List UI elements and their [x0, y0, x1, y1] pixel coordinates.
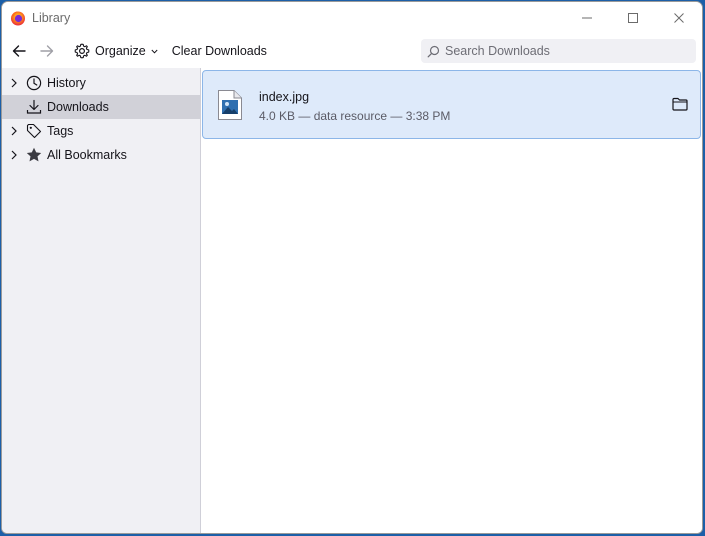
- back-button[interactable]: [5, 38, 33, 64]
- download-icon: [26, 99, 42, 115]
- organize-label: Organize: [95, 44, 146, 58]
- sidebar-item-label: Downloads: [47, 100, 109, 114]
- organize-button[interactable]: Organize: [71, 38, 161, 64]
- sidebar-item-downloads[interactable]: Downloads: [2, 95, 200, 119]
- gear-icon: [74, 43, 90, 59]
- chevron-right-icon[interactable]: [8, 119, 20, 143]
- sidebar-item-label: All Bookmarks: [47, 148, 127, 162]
- forward-button[interactable]: [33, 38, 61, 64]
- title-bar[interactable]: Library: [2, 2, 702, 34]
- download-item[interactable]: index.jpg 4.0 KB — data resource — 3:38 …: [202, 70, 701, 139]
- search-box[interactable]: [421, 39, 696, 63]
- image-file-icon: [217, 89, 243, 121]
- sidebar-item-label: Tags: [47, 124, 74, 138]
- tag-icon: [26, 123, 42, 139]
- clock-icon: [26, 75, 42, 91]
- downloads-list: index.jpg 4.0 KB — data resource — 3:38 …: [201, 68, 702, 533]
- places-sidebar: History Downloads Tags All Bookmarks: [2, 68, 201, 533]
- maximize-button[interactable]: [610, 2, 656, 34]
- close-icon: [674, 13, 684, 23]
- library-toolbar: Organize Clear Downloads: [2, 34, 702, 68]
- library-window: Library Organize Clear Downloads Search …: [1, 1, 703, 534]
- sidebar-item-label: History: [47, 76, 86, 90]
- sidebar-item-tags[interactable]: Tags: [2, 119, 200, 143]
- chevron-right-icon[interactable]: [8, 71, 20, 95]
- window-title: Library: [32, 11, 71, 25]
- maximize-icon: [628, 13, 638, 23]
- arrow-right-icon: [40, 45, 54, 57]
- folder-icon: [672, 97, 688, 111]
- open-folder-button[interactable]: [670, 94, 690, 114]
- minimize-button[interactable]: [564, 2, 610, 34]
- library-content: History Downloads Tags All Bookmarks ind…: [2, 68, 702, 533]
- chevron-down-icon: [151, 49, 158, 54]
- search-icon: [427, 45, 440, 57]
- clear-downloads-button[interactable]: Clear Downloads: [168, 38, 271, 64]
- minimize-icon: [582, 17, 592, 19]
- star-icon: [26, 147, 42, 163]
- arrow-left-icon: [12, 45, 26, 57]
- download-status: 4.0 KB — data resource — 3:38 PM: [259, 109, 451, 123]
- firefox-logo-icon: [10, 10, 26, 26]
- window-controls: [564, 2, 702, 34]
- download-filename: index.jpg: [259, 90, 310, 104]
- chevron-right-icon[interactable]: [8, 143, 20, 167]
- search-input[interactable]: [445, 44, 685, 58]
- sidebar-item-all-bookmarks[interactable]: All Bookmarks: [2, 143, 200, 167]
- sidebar-item-history[interactable]: History: [2, 71, 200, 95]
- close-button[interactable]: [656, 2, 702, 34]
